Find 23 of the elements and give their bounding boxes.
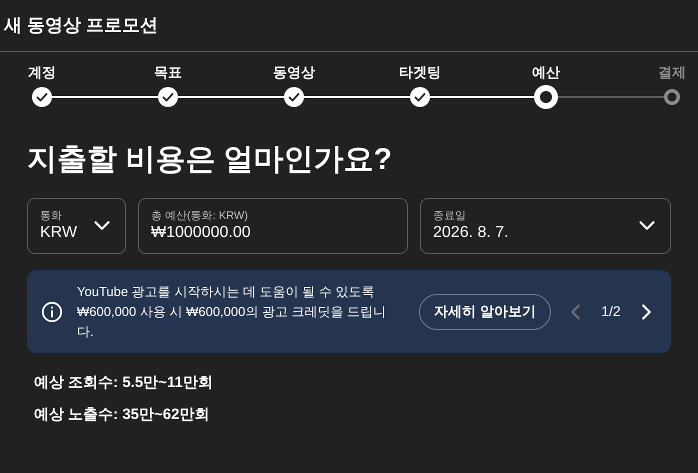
field-label: 통화 <box>40 209 63 223</box>
banner-text: YouTube 광고를 시작하시는 데 도움이 될 수 있도록 ₩600,000 사용 시 ₩600,000의 광고 크레딧을 드립니다. <box>77 282 387 340</box>
step-label: 예산 <box>532 63 560 82</box>
estimate-text: 예상 노출수: 35만~62만회 <box>34 405 210 425</box>
field-label: 종료일 <box>433 209 467 223</box>
info-icon <box>41 300 63 322</box>
select-field[interactable]: 통화 KRW <box>27 198 126 254</box>
page-counter: 1/2 <box>600 302 622 321</box>
step-label: 결제 <box>658 63 686 82</box>
step-label: 계정 <box>28 63 56 82</box>
field-value: KRW <box>40 223 78 243</box>
step-label: 동영상 <box>273 63 315 82</box>
field-value: ₩1000000.00 <box>151 223 252 243</box>
select-field[interactable]: 종료일 2026. 8. 7. <box>420 198 671 254</box>
step-label: 타겟팅 <box>399 63 441 82</box>
page-heading: 지출할 비용은 얼마인가요? <box>27 142 393 178</box>
learn-more-button[interactable]: 자세히 알아보기 <box>419 294 551 330</box>
step-label: 목표 <box>154 63 182 82</box>
estimate-text: 예상 조회수: 5.5만~11만회 <box>34 373 214 393</box>
field-value: 2026. 8. 7. <box>433 223 510 243</box>
field-label: 총 예산(통화: KRW) <box>151 209 249 223</box>
input-field[interactable]: 총 예산(통화: KRW) ₩1000000.00 <box>138 198 408 254</box>
page-title: 새 동영상 프로모션 <box>4 14 158 37</box>
